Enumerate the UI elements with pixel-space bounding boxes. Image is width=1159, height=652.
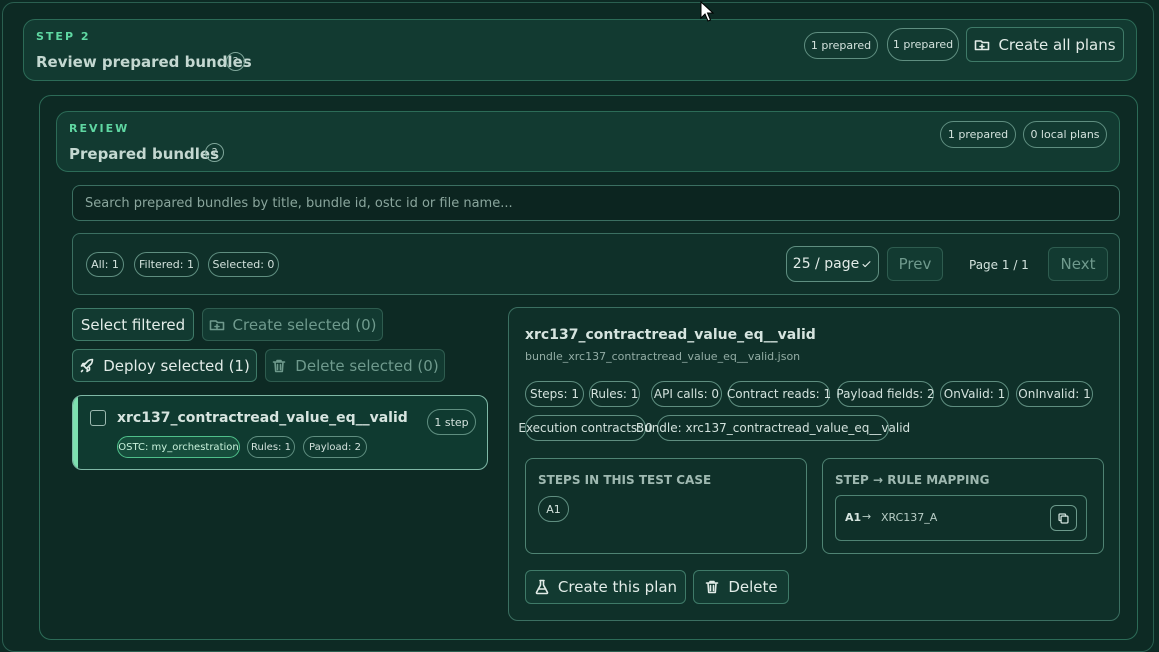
mapping-arrow: → (862, 510, 872, 523)
review-prepared-badge: 1 prepared (940, 121, 1016, 148)
ostc-chip: OSTC: my_orchestration (117, 436, 240, 458)
mapping-rule: XRC137_A (881, 511, 938, 524)
create-selected-label: Create selected (0) (232, 315, 377, 334)
bundle-rules-chip: Rules: 1 (247, 436, 295, 458)
tag-oninvalid: OnInvalid: 1 (1016, 381, 1093, 407)
list-item[interactable]: xrc137_contractread_value_eq__valid 1 st… (72, 395, 488, 470)
detail-title: xrc137_contractread_value_eq__valid (525, 327, 816, 343)
bundle-title: xrc137_contractread_value_eq__valid (117, 410, 408, 426)
review-title: Prepared bundles (69, 145, 220, 163)
tag-contract-reads: Contract reads: 1 (727, 381, 831, 407)
step-prepared-badge-2: 1 prepared (887, 28, 959, 61)
select-filtered-button[interactable]: Select filtered (72, 308, 194, 341)
mapping-card: STEP → RULE MAPPING A1 → XRC137_A (822, 458, 1104, 554)
count-all-chip: All: 1 (86, 252, 124, 277)
page-size-value: 25 / page (792, 256, 860, 272)
tag-onvalid: OnValid: 1 (940, 381, 1009, 407)
flask-icon (535, 579, 549, 595)
rocket-icon (80, 358, 94, 372)
steps-card: STEPS IN THIS TEST CASE A1 (525, 458, 807, 554)
create-all-plans-label: Create all plans (998, 35, 1116, 54)
search-input[interactable] (72, 185, 1120, 221)
prev-page-button[interactable]: Prev (887, 247, 943, 281)
review-header: REVIEW Prepared bundles ? 1 prepared 0 l… (56, 111, 1120, 172)
bundle-payload-chip: Payload: 2 (303, 436, 367, 458)
selected-indicator (73, 396, 78, 469)
tag-payload-fields: Payload fields: 2 (836, 381, 935, 407)
local-plans-badge: 0 local plans (1023, 121, 1107, 148)
folder-plus-icon (209, 319, 224, 330)
review-kicker: REVIEW (69, 122, 130, 135)
create-this-plan-button[interactable]: Create this plan (525, 570, 686, 604)
check-icon (862, 260, 871, 267)
count-selected-chip: Selected: 0 (208, 252, 279, 277)
delete-selected-label: Delete selected (0) (295, 356, 439, 375)
mouse-cursor-icon (700, 1, 714, 22)
trash-icon (272, 359, 286, 372)
deploy-selected-label: Deploy selected (1) (103, 356, 250, 375)
create-selected-button[interactable]: Create selected (0) (202, 308, 383, 341)
step-header: STEP 2 Review prepared bundles ? 1 prepa… (23, 19, 1137, 81)
mapping-row: A1 → XRC137_A (835, 495, 1087, 541)
next-page-button[interactable]: Next (1048, 247, 1108, 281)
create-all-plans-button[interactable]: Create all plans (966, 27, 1124, 62)
detail-panel: xrc137_contractread_value_eq__valid bund… (508, 307, 1120, 621)
tag-execution-contracts: Execution contracts: 0 (518, 415, 653, 441)
step-chip-a1[interactable]: A1 (538, 496, 569, 522)
count-filtered-chip: Filtered: 1 (134, 252, 199, 277)
tag-steps: Steps: 1 (525, 381, 584, 407)
tag-rules: Rules: 1 (589, 381, 640, 407)
step-kicker: STEP 2 (36, 30, 91, 43)
mapping-heading: STEP → RULE MAPPING (835, 473, 990, 487)
pager-bar: All: 1 Filtered: 1 Selected: 0 25 / page… (72, 233, 1120, 295)
delete-button[interactable]: Delete (693, 570, 789, 604)
step-prepared-badge: 1 prepared (804, 32, 878, 59)
trash-icon (706, 580, 719, 594)
deploy-selected-button[interactable]: Deploy selected (1) (72, 349, 257, 382)
page-size-select[interactable]: 25 / page (786, 246, 879, 282)
detail-file-name: bundle_xrc137_contractread_value_eq__val… (525, 350, 801, 363)
review-help-icon[interactable]: ? (205, 143, 224, 162)
step-help-icon[interactable]: ? (226, 52, 245, 71)
tag-bundle: Bundle: xrc137_contractread_value_eq__va… (636, 415, 910, 441)
mapping-step: A1 (845, 511, 862, 524)
steps-heading: STEPS IN THIS TEST CASE (538, 473, 712, 487)
page-label: Page 1 / 1 (969, 258, 1029, 272)
tag-api-calls: API calls: 0 (651, 381, 722, 407)
delete-selected-button[interactable]: Delete selected (0) (265, 349, 445, 382)
bundle-checkbox[interactable] (90, 410, 106, 426)
copy-button[interactable] (1050, 505, 1077, 531)
delete-label: Delete (728, 578, 778, 596)
bundle-steps-chip: 1 step (427, 409, 476, 435)
copy-icon (1058, 512, 1069, 524)
create-this-plan-label: Create this plan (557, 578, 678, 596)
folder-plus-icon (975, 39, 990, 50)
step-title: Review prepared bundles (36, 53, 252, 71)
